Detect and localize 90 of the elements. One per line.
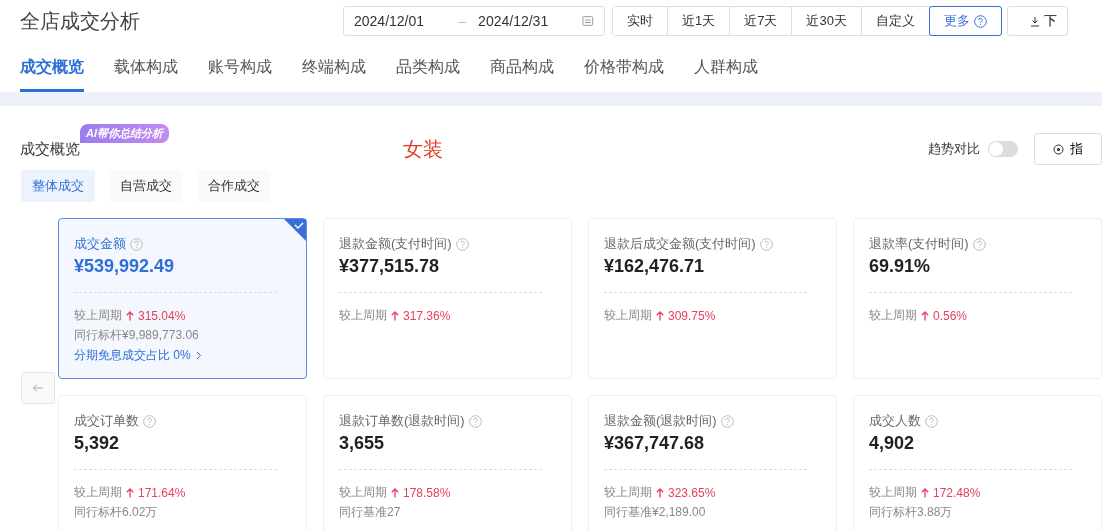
help-icon bbox=[468, 414, 482, 428]
help-icon bbox=[925, 414, 938, 428]
metric-title: 退款订单数(退款时间) bbox=[339, 412, 465, 430]
help-icon bbox=[759, 237, 773, 251]
up-arrow-icon bbox=[391, 487, 399, 498]
metric-value: ¥162,476.71 bbox=[604, 256, 706, 277]
change-value: 317.36% bbox=[403, 308, 451, 323]
compare-label: 较上周期 bbox=[604, 307, 652, 324]
tab[interactable]: 人群构成 bbox=[694, 42, 758, 92]
help-icon bbox=[130, 237, 143, 251]
period-button[interactable]: 实时 bbox=[613, 7, 668, 35]
tab[interactable]: 载体构成 bbox=[114, 42, 178, 92]
metrics-button[interactable]: 指 bbox=[1034, 133, 1102, 165]
compare-label: 较上周期 bbox=[339, 307, 387, 324]
metric-value: ¥367,747.68 bbox=[604, 433, 706, 454]
trend-toggle[interactable] bbox=[988, 141, 1018, 157]
metric-card[interactable]: 退款金额(支付时间) ¥377,515.78 较上周期 317.36% bbox=[323, 218, 572, 379]
change-value: 309.75% bbox=[668, 308, 716, 323]
metric-card[interactable]: 成交订单数 5,392 较上周期 171.64% 同行标杆6.02万 bbox=[58, 395, 307, 531]
metric-value: ¥377,515.78 bbox=[339, 256, 441, 277]
left-arrow-icon bbox=[32, 383, 44, 393]
metric-value: 4,902 bbox=[869, 433, 916, 454]
benchmark-text: 同行标杆¥9,989,773.06 bbox=[74, 327, 200, 344]
category-label: 女装 bbox=[403, 136, 443, 162]
up-arrow-icon bbox=[921, 487, 929, 498]
up-arrow-icon bbox=[126, 310, 134, 321]
date-range-field[interactable]: 2024/12/01 – 2024/12/31 bbox=[343, 6, 605, 36]
compare-label: 较上周期 bbox=[74, 307, 122, 324]
compare-label: 较上周期 bbox=[339, 484, 387, 501]
compare-label: 较上周期 bbox=[74, 484, 122, 501]
help-icon bbox=[972, 237, 986, 251]
metric-title: 退款金额(退款时间) bbox=[604, 412, 717, 430]
change-value: 171.64% bbox=[138, 485, 186, 500]
change-value: 323.65% bbox=[668, 485, 716, 500]
tab[interactable]: 价格带构成 bbox=[584, 42, 664, 92]
up-arrow-icon bbox=[921, 310, 929, 321]
benchmark-text: 同行基准27 bbox=[339, 504, 402, 521]
chevron-right-icon bbox=[195, 351, 202, 360]
tab[interactable]: 终端构成 bbox=[302, 42, 366, 92]
download-button[interactable]: 下 bbox=[1006, 6, 1068, 36]
help-icon bbox=[720, 414, 734, 428]
benchmark-text: 同行基准¥2,189.00 bbox=[604, 504, 707, 521]
compare-label: 较上周期 bbox=[604, 484, 652, 501]
trend-compare-label: 趋势对比 bbox=[928, 140, 980, 158]
metric-card[interactable]: 退款金额(退款时间) ¥367,747.68 较上周期 323.65% 同行基准¥2,189.00 bbox=[588, 395, 837, 531]
subtab[interactable]: 整体成交 bbox=[21, 170, 95, 202]
change-value: 172.48% bbox=[933, 485, 981, 500]
check-corner-icon bbox=[284, 219, 306, 241]
installment-link[interactable]: 分期免息成交占比 0% bbox=[74, 347, 291, 364]
up-arrow-icon bbox=[126, 487, 134, 498]
metric-value: ¥539,992.49 bbox=[74, 256, 176, 277]
up-arrow-icon bbox=[391, 310, 399, 321]
help-icon bbox=[973, 14, 987, 28]
change-value: 0.56% bbox=[933, 308, 968, 323]
tab[interactable]: 品类构成 bbox=[396, 42, 460, 92]
benchmark-text: 同行标杆6.02万 bbox=[74, 504, 159, 521]
calendar-icon bbox=[582, 15, 594, 27]
metric-value: 3,655 bbox=[339, 433, 386, 454]
change-value: 315.04% bbox=[138, 308, 186, 323]
metric-title: 成交订单数 bbox=[74, 412, 139, 430]
benchmark-text: 同行标杆3.88万 bbox=[869, 504, 954, 521]
subtab[interactable]: 合作成交 bbox=[197, 170, 271, 202]
target-icon bbox=[1053, 143, 1064, 155]
tab[interactable]: 商品构成 bbox=[490, 42, 554, 92]
help-icon bbox=[143, 414, 156, 428]
compare-label: 较上周期 bbox=[869, 484, 917, 501]
metric-title: 退款率(支付时间) bbox=[869, 235, 969, 253]
change-value: 178.58% bbox=[403, 485, 451, 500]
metric-card[interactable]: 退款率(支付时间) 69.91% 较上周期 0.56% bbox=[853, 218, 1102, 379]
metric-card[interactable]: 成交金额 ¥539,992.49 较上周期 315.04% 同行标杆¥9,989,773.06 分期免息成交占比 0% bbox=[58, 218, 307, 379]
metric-value: 69.91% bbox=[869, 256, 932, 277]
download-icon bbox=[1029, 15, 1040, 27]
metric-title: 退款金额(支付时间) bbox=[339, 235, 452, 253]
subtab[interactable]: 自营成交 bbox=[109, 170, 183, 202]
metric-card[interactable]: 退款后成交金额(支付时间) ¥162,476.71 较上周期 309.75% bbox=[588, 218, 837, 379]
help-icon bbox=[455, 237, 469, 251]
compare-label: 较上周期 bbox=[869, 307, 917, 324]
page-title: 全店成交分析 bbox=[20, 8, 141, 34]
metric-title: 退款后成交金额(支付时间) bbox=[604, 235, 756, 253]
period-button[interactable]: 更多 bbox=[928, 6, 1002, 36]
metric-card[interactable]: 退款订单数(退款时间) 3,655 较上周期 178.58% 同行基准27 bbox=[323, 395, 572, 531]
metric-value: 5,392 bbox=[74, 433, 121, 454]
metric-title: 成交金额 bbox=[74, 235, 126, 253]
section-title: 成交概览 bbox=[20, 139, 80, 159]
metric-title: 成交人数 bbox=[869, 412, 921, 430]
metric-card[interactable]: 成交人数 4,902 较上周期 172.48% 同行标杆3.88万 bbox=[853, 395, 1102, 531]
previous-button[interactable] bbox=[21, 372, 55, 404]
up-arrow-icon bbox=[656, 487, 664, 498]
tab[interactable]: 账号构成 bbox=[208, 42, 272, 92]
up-arrow-icon bbox=[656, 310, 664, 321]
